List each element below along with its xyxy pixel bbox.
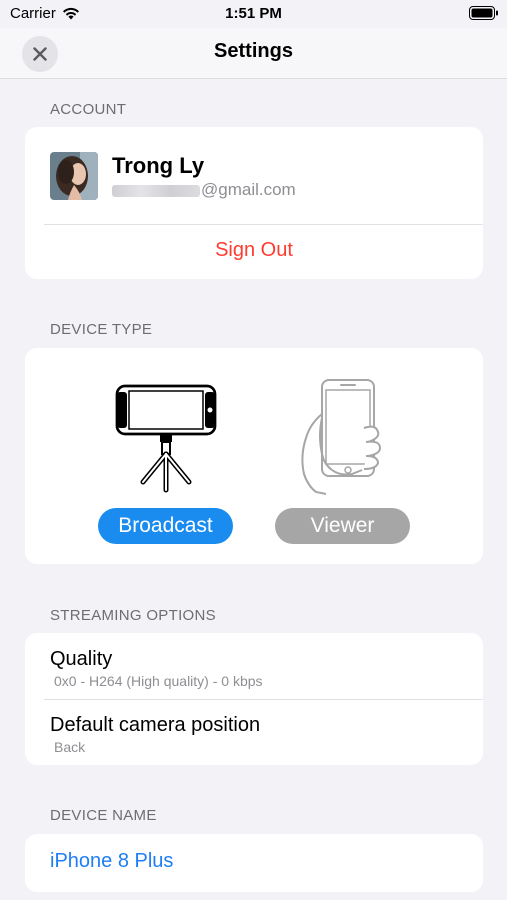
device-type-card: Broadcast Viewer <box>25 348 483 564</box>
account-card: Trong Ly @gmail.com Sign Out <box>25 127 483 279</box>
tripod-phone-icon <box>115 384 217 493</box>
camera-position-title: Default camera position <box>50 714 261 736</box>
device-name-field[interactable]: iPhone 8 Plus <box>50 850 173 873</box>
streaming-options-section-header: STREAMING OPTIONS <box>50 607 216 624</box>
viewer-button[interactable]: Viewer <box>275 508 410 544</box>
device-name-section-header: DEVICE NAME <box>50 807 157 824</box>
quality-value: 0x0 - H264 (High quality) - 0 kbps <box>54 673 263 689</box>
device-type-section-header: DEVICE TYPE <box>50 321 153 338</box>
status-bar: Carrier 1:51 PM <box>0 0 507 28</box>
broadcast-button[interactable]: Broadcast <box>98 508 233 544</box>
user-email: @gmail.com <box>112 180 296 200</box>
quality-title: Quality <box>50 648 113 670</box>
device-name-card[interactable]: iPhone 8 Plus <box>25 834 483 892</box>
battery-icon <box>469 6 498 20</box>
sign-out-button[interactable]: Sign Out <box>25 239 483 262</box>
device-option-viewer[interactable]: Viewer <box>254 348 483 564</box>
camera-position-row[interactable]: Default camera position Back <box>25 699 483 765</box>
page-title: Settings <box>214 40 293 62</box>
status-time: 1:51 PM <box>225 5 282 22</box>
email-redaction <box>112 184 200 197</box>
account-section-header: ACCOUNT <box>50 101 127 118</box>
avatar <box>50 152 98 200</box>
device-option-broadcast[interactable]: Broadcast <box>25 348 254 564</box>
streaming-options-card: Quality 0x0 - H264 (High quality) - 0 kb… <box>25 633 483 765</box>
hand-phone-icon <box>301 379 382 495</box>
avatar-image <box>50 152 98 200</box>
camera-position-value: Back <box>54 739 86 755</box>
divider <box>44 224 483 225</box>
user-email-domain: @gmail.com <box>201 180 296 199</box>
navigation-bar: Settings <box>0 28 507 79</box>
user-name: Trong Ly <box>112 153 205 178</box>
quality-row[interactable]: Quality 0x0 - H264 (High quality) - 0 kb… <box>25 633 483 699</box>
